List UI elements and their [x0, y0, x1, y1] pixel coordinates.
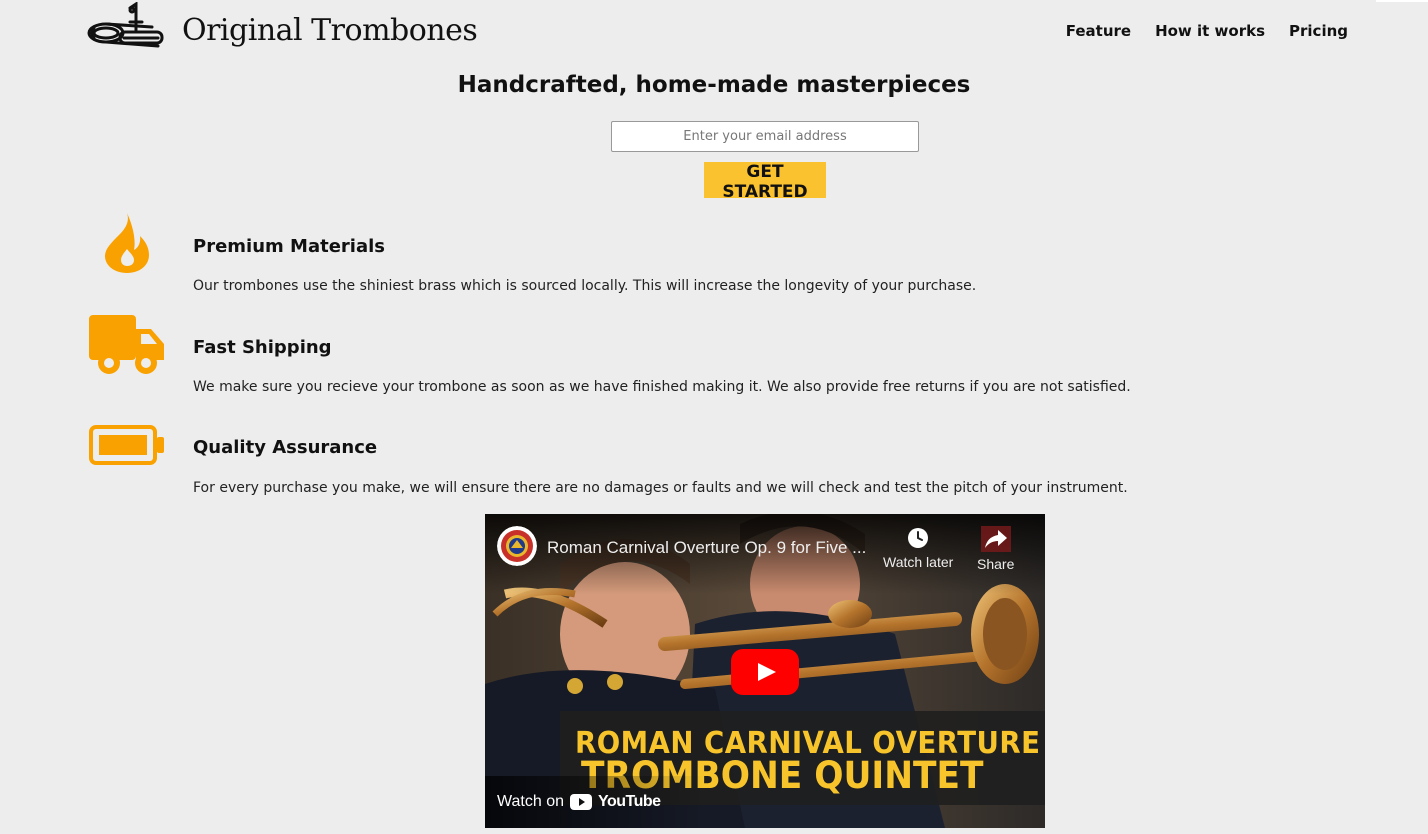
feature-title-premium-materials: Premium Materials	[193, 236, 385, 257]
fire-icon	[105, 213, 149, 273]
share-button[interactable]: Share	[977, 526, 1014, 572]
get-started-button[interactable]: GET STARTED	[704, 162, 826, 202]
watch-on-label: Watch on	[497, 793, 564, 810]
video-embed[interactable]: Roman Carnival Overture Op. 9 for Five .…	[485, 514, 1045, 828]
feature-desc-fast-shipping: We make sure you recieve your trombone a…	[193, 379, 1131, 395]
youtube-logo-icon	[570, 794, 592, 810]
clock-icon	[908, 528, 929, 548]
watch-later-label: Watch later	[883, 554, 954, 570]
site-header: Original Trombones Feature How it works …	[0, 0, 1428, 62]
battery-full-icon	[89, 425, 164, 465]
main-nav: Feature How it works Pricing	[1066, 22, 1348, 40]
nav-link-how-it-works[interactable]: How it works	[1155, 22, 1265, 40]
share-label: Share	[977, 556, 1015, 572]
email-input[interactable]	[611, 121, 919, 152]
video-title[interactable]: Roman Carnival Overture Op. 9 for Five .…	[547, 538, 866, 558]
feature-desc-quality-assurance: For every purchase you make, we will ens…	[193, 480, 1128, 496]
watch-on-youtube-link[interactable]: Watch on YouTube	[497, 793, 661, 811]
logo-text: Original Trombones	[182, 12, 478, 48]
youtube-wordmark: YouTube	[598, 793, 661, 810]
trombone-logo-icon	[87, 2, 164, 48]
logo[interactable]: Original Trombones	[86, 2, 478, 56]
play-icon[interactable]	[731, 649, 799, 695]
channel-avatar[interactable]	[497, 526, 537, 566]
truck-icon	[89, 315, 164, 374]
feature-title-quality-assurance: Quality Assurance	[193, 437, 378, 458]
feature-desc-premium-materials: Our trombones use the shiniest brass whi…	[193, 278, 977, 294]
corner-strip	[1376, 0, 1428, 2]
feature-title-fast-shipping: Fast Shipping	[193, 337, 332, 358]
share-icon	[980, 526, 1011, 552]
nav-link-pricing[interactable]: Pricing	[1289, 22, 1348, 40]
watch-later-button[interactable]: Watch later	[883, 526, 953, 570]
hero-title: Handcrafted, home-made masterpieces	[457, 72, 971, 98]
nav-link-feature[interactable]: Feature	[1066, 22, 1131, 40]
